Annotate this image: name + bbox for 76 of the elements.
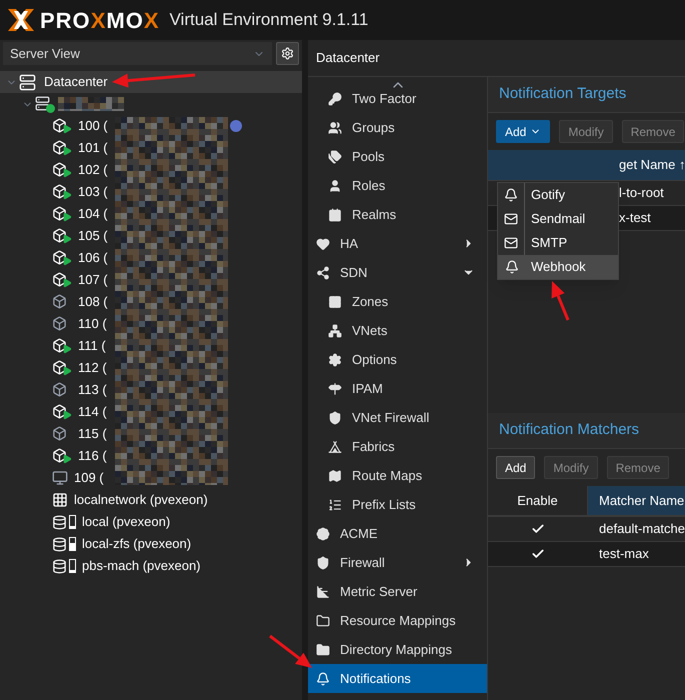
nav-item[interactable]: Resource Mappings <box>308 606 487 635</box>
nav-item[interactable]: VNets <box>308 316 487 345</box>
nav-item[interactable]: Realms <box>308 200 487 229</box>
tree-item[interactable]: local-zfs (pvexeon) <box>52 534 192 554</box>
nav-item[interactable]: Groups <box>308 113 487 142</box>
tree-item[interactable]: 107 ( <box>52 270 108 290</box>
nav-item[interactable]: VNet Firewall <box>308 403 487 432</box>
nav-item[interactable]: Fabrics <box>308 432 487 461</box>
tree-item[interactable]: 106 ( <box>52 248 108 268</box>
nav-item[interactable]: Metric Server <box>308 577 487 606</box>
nav-item[interactable]: Firewall <box>308 548 487 577</box>
settings-button[interactable] <box>276 42 299 65</box>
storage-icon <box>52 536 76 552</box>
arrow-annotation <box>552 281 570 321</box>
nav-item[interactable]: Directory Mappings <box>308 635 487 664</box>
server-rack-icon <box>19 74 36 90</box>
panel-title: Notification Matchers <box>499 420 640 440</box>
tree-item[interactable]: local (pvexeon) <box>52 512 170 532</box>
tree-item[interactable]: 113 ( <box>52 380 107 400</box>
tree-item[interactable]: 104 ( <box>52 204 108 224</box>
tree-item[interactable]: 110 ( <box>52 314 107 334</box>
arrow-annotation <box>269 634 312 668</box>
panel-title: Notification Targets <box>499 84 626 104</box>
nav-item[interactable]: SDN <box>308 258 487 287</box>
mail-icon <box>504 212 518 226</box>
menu-item[interactable]: Gotify <box>498 183 618 207</box>
logo-text: PROXMOX <box>40 6 160 34</box>
storage-icon <box>52 514 76 530</box>
logo-mark-icon <box>6 7 36 33</box>
tree-item[interactable]: 114 ( <box>52 402 107 422</box>
nav-item[interactable]: Two Factor <box>308 84 487 113</box>
tree-item[interactable]: 108 ( <box>52 292 108 312</box>
bell-icon <box>504 188 518 202</box>
column-header[interactable]: Matcher Name <box>588 486 685 515</box>
tree-item[interactable]: 100 ( <box>52 116 108 136</box>
tree-item[interactable]: 116 ( <box>52 446 107 466</box>
tree-item[interactable]: 105 ( <box>52 226 108 246</box>
add-menu-button[interactable]: Add <box>496 120 550 143</box>
nav-item[interactable]: Zones <box>308 287 487 316</box>
menu-item[interactable]: Sendmail <box>498 207 618 231</box>
tree-item[interactable]: localnetwork (pvexeon) <box>52 490 208 510</box>
nav-item[interactable]: ACME <box>308 519 487 548</box>
grid-icon <box>52 492 68 508</box>
tree-item[interactable]: 109 ( <box>52 468 104 488</box>
content-title: Datacenter <box>316 49 380 68</box>
tree-item[interactable]: 111 ( <box>52 336 106 356</box>
menu-item[interactable]: Webhook <box>498 255 618 279</box>
column-header[interactable]: get Name ↑ <box>488 150 685 181</box>
nav-item[interactable]: IPAM <box>308 374 487 403</box>
table-cell-text: l-to-root <box>619 184 664 202</box>
nav-item[interactable]: Route Maps <box>308 461 487 490</box>
gear-icon <box>281 47 294 60</box>
tree-item[interactable]: pbs-mach (pvexeon) <box>52 556 200 576</box>
nav-item[interactable]: Options <box>308 345 487 374</box>
table-cell-text: x-test <box>619 209 651 228</box>
table-row[interactable]: test-max <box>488 542 685 567</box>
view-select[interactable]: Server View <box>3 42 272 65</box>
redacted-mosaic-drawing <box>58 97 124 111</box>
storage-icon <box>52 558 76 574</box>
table-cell-text: default-matche <box>599 520 685 538</box>
product-title: Virtual Environment 9.1.11 <box>170 9 368 32</box>
tree-item[interactable]: 112 ( <box>52 358 107 378</box>
nav-item[interactable]: Pools <box>308 142 487 171</box>
tree-item[interactable]: 102 ( <box>52 160 108 180</box>
nav-item[interactable]: Prefix Lists <box>308 490 487 519</box>
bell-icon <box>504 260 518 274</box>
mail-icon <box>504 236 518 250</box>
tree-item[interactable]: 101 ( <box>52 138 108 158</box>
toolbar-button[interactable]: Add <box>496 456 536 479</box>
table-cell-text: test-max <box>599 545 649 564</box>
tree-item[interactable]: Datacenter <box>0 71 302 93</box>
nav-item[interactable]: HA <box>308 229 487 258</box>
nav-item[interactable]: Roles <box>308 171 487 200</box>
tree-item[interactable]: 103 ( <box>52 182 108 202</box>
tree-item[interactable]: 115 ( <box>52 424 107 444</box>
nav-item[interactable]: Notifications <box>308 664 487 693</box>
